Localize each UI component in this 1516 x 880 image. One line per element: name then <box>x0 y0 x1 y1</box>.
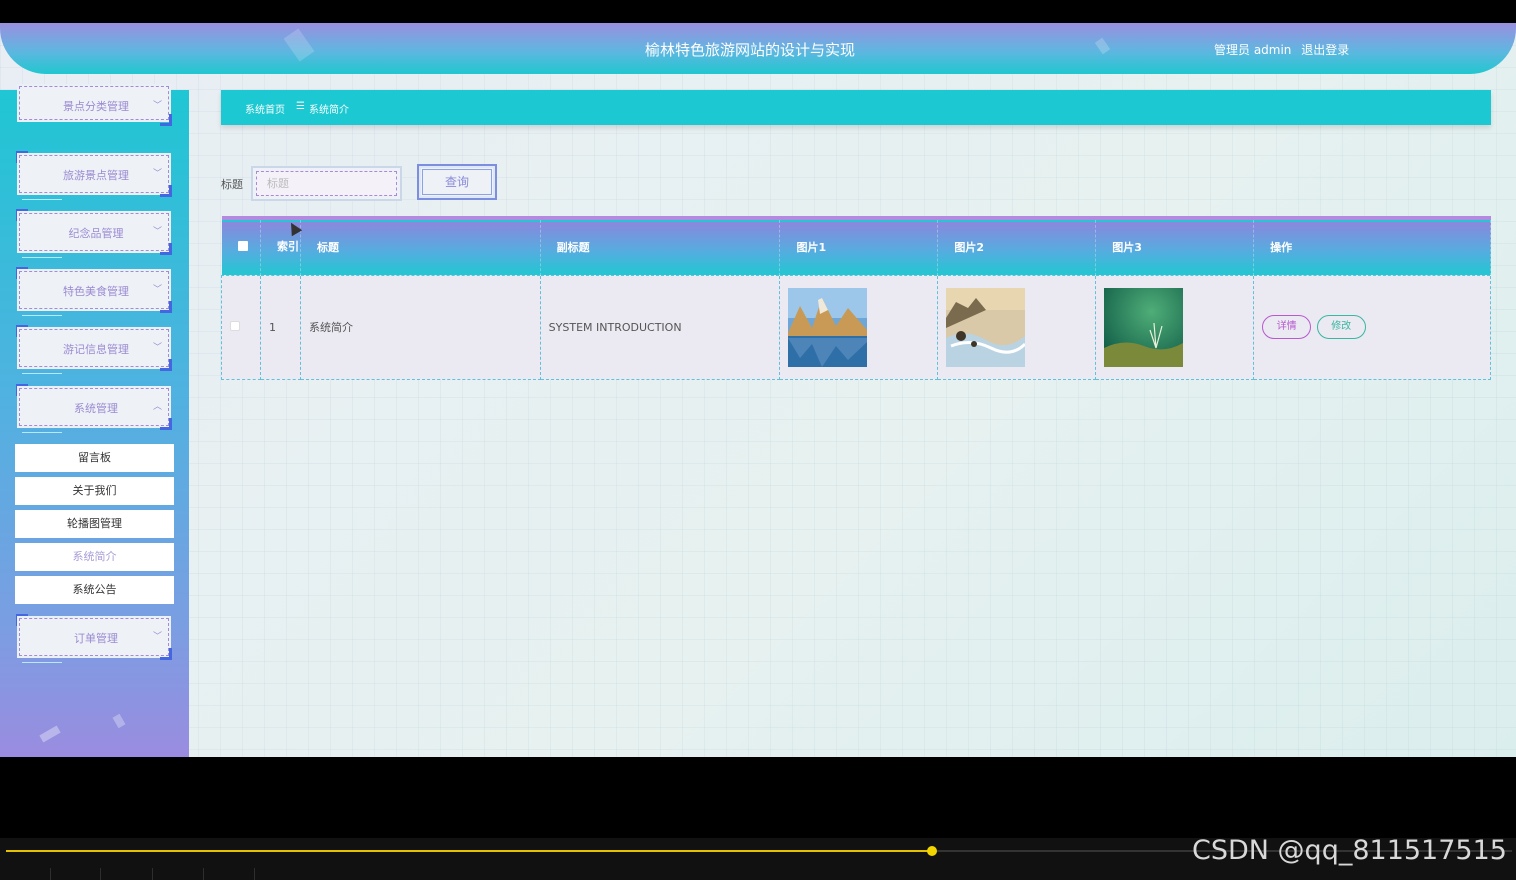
sidebar-item-about-us[interactable]: 关于我们 <box>15 477 174 505</box>
sidebar: 景点分类管理 ﹀ 旅游景点管理 ﹀ 纪念品管理 ﹀ 特色美食管理 ﹀ 游记信息管… <box>0 86 189 757</box>
search-title-label: 标题 <box>221 178 243 191</box>
chevron-down-icon: ﹀ <box>152 632 162 642</box>
sidebar-menu-scenic-spots[interactable]: 旅游景点管理 ﹀ <box>16 151 172 200</box>
sidebar-menu-travel-notes[interactable]: 游记信息管理 ﹀ <box>16 325 172 374</box>
row-image1-cell <box>779 274 939 380</box>
column-header-image3: 图片3 <box>1095 218 1255 275</box>
row-index: 1 <box>259 274 301 380</box>
column-header-actions: 操作 <box>1253 218 1491 275</box>
data-table: 索引 标题 副标题 图片1 图片2 图片3 操作 1 系统简介 SYSTEM I… <box>221 216 1491 380</box>
column-header-title: 标题 <box>300 218 541 275</box>
sidebar-item-carousel[interactable]: 轮播图管理 <box>15 510 174 538</box>
sidebar-item-announcements[interactable]: 系统公告 <box>15 576 174 604</box>
sidebar-menu-souvenirs[interactable]: 纪念品管理 ﹀ <box>16 209 172 258</box>
row-checkbox[interactable] <box>230 320 240 331</box>
sidebar-menu-system[interactable]: 系统管理 ︿ <box>16 384 172 433</box>
row-image2-cell <box>937 274 1097 380</box>
chevron-down-icon: ﹀ <box>152 343 162 353</box>
row-select-cell <box>221 274 261 380</box>
sidebar-item-system-intro[interactable]: 系统简介 <box>15 543 174 571</box>
sidebar-menu-orders[interactable]: 订单管理 ﹀ <box>16 614 172 663</box>
search-title-field <box>251 166 402 201</box>
table-row: 1 系统简介 SYSTEM INTRODUCTION 详情 修改 <box>221 274 1491 380</box>
user-info: 管理员 admin 退出登录 <box>1214 41 1355 58</box>
search-button[interactable]: 查询 <box>417 164 497 200</box>
row-title: 系统简介 <box>299 274 541 380</box>
sidebar-item-guestbook[interactable]: 留言板 <box>15 444 174 472</box>
breadcrumb-current: 系统简介 <box>309 105 349 116</box>
progress-fill <box>6 850 933 852</box>
search-button-label: 查询 <box>422 169 492 195</box>
sidebar-menu-food[interactable]: 特色美食管理 ﹀ <box>16 267 172 316</box>
chevron-down-icon: ﹀ <box>152 227 162 237</box>
column-header-subtitle: 副标题 <box>540 218 781 275</box>
row-subtitle: SYSTEM INTRODUCTION <box>539 274 781 380</box>
chevron-up-icon: ︿ <box>152 402 162 412</box>
green-meadow-image[interactable] <box>1104 287 1184 367</box>
admin-app: 榆林特色旅游网站的设计与实现 管理员 admin 退出登录 景点分类管理 ﹀ 旅… <box>0 23 1516 757</box>
header-bar: 榆林特色旅游网站的设计与实现 管理员 admin 退出登录 <box>0 23 1516 74</box>
top-letterbox <box>0 0 1516 23</box>
detail-button[interactable]: 详情 <box>1262 315 1312 339</box>
select-all-checkbox[interactable] <box>237 240 248 251</box>
column-header-image1: 图片1 <box>779 218 939 275</box>
breadcrumb-separator-icon: ☰ <box>296 101 305 112</box>
row-actions-cell: 详情 修改 <box>1253 274 1491 380</box>
column-header-image2: 图片2 <box>937 218 1097 275</box>
sidebar-menu-scenic-category[interactable]: 景点分类管理 ﹀ <box>16 86 172 126</box>
chevron-down-icon: ﹀ <box>152 285 162 295</box>
sidebar-decoration <box>39 725 61 743</box>
row-image3-cell <box>1095 274 1255 380</box>
admin-user-label: 管理员 admin <box>1214 43 1292 57</box>
breadcrumb-home[interactable]: 系统首页 <box>245 101 285 116</box>
edit-button[interactable]: 修改 <box>1316 315 1366 339</box>
watermark-text: CSDN @qq_811517515 <box>1192 835 1507 866</box>
mountain-lake-image[interactable] <box>788 287 868 367</box>
table-header-row: 索引 标题 副标题 图片1 图片2 图片3 操作 <box>221 218 1491 275</box>
chevron-down-icon: ﹀ <box>152 101 162 111</box>
select-all-cell <box>221 218 261 275</box>
sidebar-decoration <box>112 713 126 729</box>
coastline-image[interactable] <box>946 287 1026 367</box>
breadcrumb: 系统首页 ☰ 系统简介 <box>221 90 1491 125</box>
logout-link[interactable]: 退出登录 <box>1301 43 1349 57</box>
progress-knob[interactable] <box>927 846 938 856</box>
search-title-input[interactable] <box>256 171 397 196</box>
chevron-down-icon: ﹀ <box>152 169 162 179</box>
